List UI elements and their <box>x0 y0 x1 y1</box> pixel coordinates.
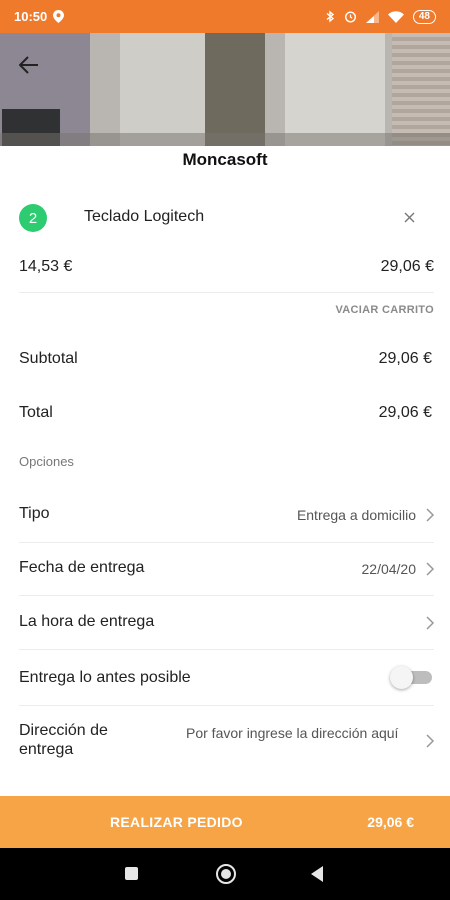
total-value: 29,06 € <box>378 404 432 421</box>
unit-price: 14,53 € <box>19 258 73 275</box>
alarm-icon <box>344 11 356 23</box>
delivery-date-label: Fecha de entrega <box>19 559 145 576</box>
arrow-left-icon <box>19 56 38 74</box>
battery-icon: 48 <box>412 9 436 24</box>
chevron-right-icon <box>426 616 435 630</box>
order-total: 29,06 € <box>367 814 414 830</box>
delivery-address-label: Dirección de entrega <box>19 722 108 758</box>
total-label: Total <box>19 404 53 421</box>
home-icon[interactable] <box>216 864 236 884</box>
wifi-icon <box>387 10 404 23</box>
shop-title: Moncasoft <box>182 150 268 169</box>
quantity-badge: 2 <box>19 204 47 232</box>
delivery-type-value: Entrega a domicilio <box>296 507 416 523</box>
line-total: 29,06 € <box>380 258 434 275</box>
empty-cart-button[interactable]: VACIAR CARRITO <box>335 304 434 316</box>
chevron-right-icon <box>426 562 435 576</box>
signal-icon <box>365 10 379 23</box>
store-header-image <box>0 33 450 146</box>
delivery-time-label: La hora de entrega <box>19 613 155 630</box>
status-time: 10:50 <box>14 9 48 24</box>
divider <box>19 542 434 543</box>
chevron-right-icon <box>426 508 435 522</box>
remove-item-button[interactable] <box>398 206 420 228</box>
chevron-right-icon <box>426 734 435 748</box>
back-icon[interactable] <box>311 866 323 882</box>
delivery-type-label: Tipo <box>19 505 50 522</box>
divider <box>19 649 434 650</box>
divider <box>19 705 434 706</box>
location-icon <box>53 10 65 23</box>
bluetooth-icon <box>326 10 334 23</box>
recents-icon[interactable] <box>125 867 138 880</box>
asap-label: Entrega lo antes posible <box>19 669 191 686</box>
toggle-knob <box>390 666 413 689</box>
place-order-button[interactable]: REALIZAR PEDIDO 29,06 € <box>0 796 450 848</box>
place-order-label: REALIZAR PEDIDO <box>110 814 243 830</box>
status-bar: 10:50 48 <box>0 0 450 33</box>
subtotal-value: 29,06 € <box>378 350 432 367</box>
options-section-label: Opciones <box>19 454 74 469</box>
product-name: Teclado Logitech <box>84 208 205 225</box>
delivery-date-value: 22/04/20 <box>361 561 417 577</box>
delivery-address-placeholder: Por favor ingrese la dirección aquí <box>186 725 399 741</box>
system-nav-bar <box>0 848 450 900</box>
divider <box>19 595 434 596</box>
asap-toggle[interactable] <box>390 665 434 689</box>
back-button[interactable] <box>14 50 44 80</box>
close-icon <box>404 212 414 222</box>
subtotal-label: Subtotal <box>19 350 78 367</box>
divider <box>19 292 434 293</box>
